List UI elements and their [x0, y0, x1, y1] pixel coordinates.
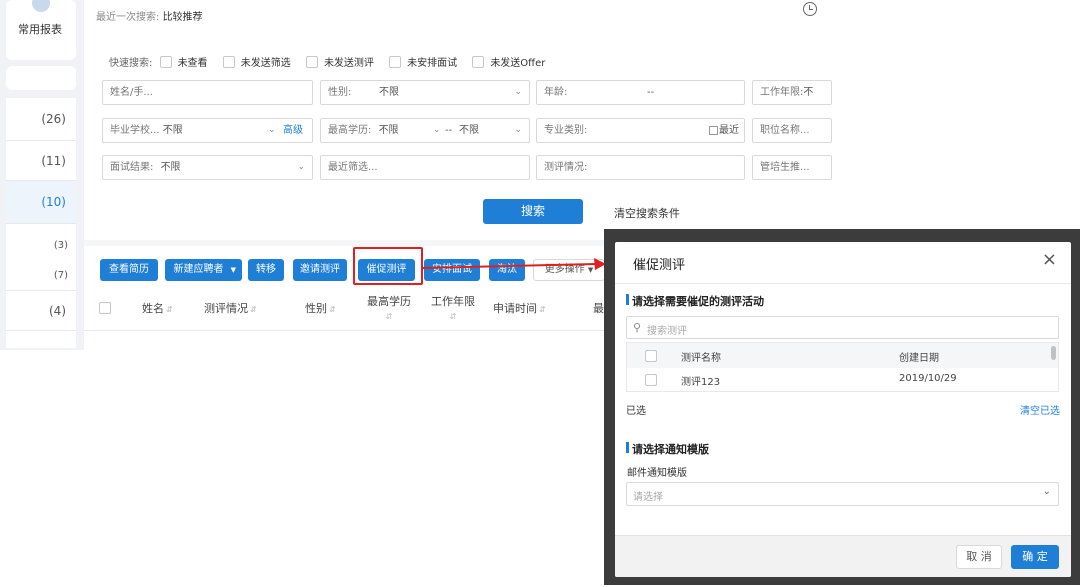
- last-search: 最近一次搜索: 比较推荐: [96, 8, 203, 23]
- scrollbar[interactable]: [1051, 346, 1056, 360]
- invite-assessment-button[interactable]: 邀请测评: [293, 259, 347, 281]
- last-search-value[interactable]: 比较推荐: [163, 12, 203, 23]
- urge-assessment-dialog: 催促测评 × 请选择需要催促的测评活动 ⚲ 搜索测评 测评名称 创建日期 测评1…: [615, 242, 1071, 577]
- annotation-arrow: [421, 258, 606, 270]
- assessment-search-input[interactable]: ⚲ 搜索测评: [626, 316, 1059, 339]
- new-applicant-button[interactable]: 新建应聘者 ▼: [165, 259, 242, 281]
- chevron-down-icon: ⌄: [297, 162, 305, 172]
- template-select[interactable]: 请选择 ⌄: [626, 482, 1059, 506]
- th-education[interactable]: 最高学历 ⇵: [367, 293, 411, 322]
- th-gender[interactable]: 性别 ⇵: [305, 300, 336, 316]
- section-template-title: 请选择通知模版: [626, 442, 709, 456]
- assessment-select-all[interactable]: [645, 350, 657, 362]
- dialog-title: 催促测评: [633, 258, 686, 273]
- arrow-line: [421, 263, 597, 269]
- quick-option-3[interactable]: 未发送测评: [305, 56, 374, 69]
- sidebar-blank-card: [6, 66, 76, 90]
- th-name[interactable]: 姓名 ⇵: [142, 300, 173, 316]
- clear-search-link[interactable]: 清空搜索条件: [614, 205, 680, 221]
- transfer-button[interactable]: 转移: [248, 259, 284, 281]
- reports-card[interactable]: 常用报表: [6, 0, 76, 60]
- quick-option-5[interactable]: 未发送Offer: [472, 56, 545, 69]
- quick-option-1[interactable]: 未查看: [159, 56, 208, 69]
- last-search-label: 最近一次搜索:: [96, 12, 160, 23]
- quick-option-2[interactable]: 未发送筛选: [222, 56, 291, 69]
- select-all-checkbox[interactable]: [99, 302, 111, 314]
- table-row[interactable]: 测评123 2019/10/29: [627, 368, 1058, 392]
- caret-down-icon: ▼: [230, 266, 236, 274]
- assessment-table: 测评名称 创建日期 测评123 2019/10/29: [626, 342, 1059, 392]
- search-button[interactable]: 搜索: [483, 199, 583, 224]
- quick-option-4[interactable]: 未安排面试: [389, 56, 457, 69]
- quick-search-row: 快速搜索: 未查看 未发送筛选 未发送测评 未安排面试 未发送Offer: [109, 54, 545, 69]
- th-work-years[interactable]: 工作年限 ⇵: [431, 293, 475, 322]
- major-select[interactable]: 专业类别: 最近: [536, 118, 745, 143]
- reports-icon: [32, 0, 50, 12]
- gender-select[interactable]: 性别: 不限 ⌄: [320, 80, 530, 105]
- reports-label: 常用报表: [18, 23, 62, 36]
- chevron-down-icon: ⌄: [1042, 486, 1051, 497]
- dialog-header-line: [615, 283, 1071, 284]
- count-6[interactable]: (4): [49, 304, 66, 318]
- count-5[interactable]: (7): [54, 270, 68, 281]
- section-assessment-title: 请选择需要催促的测评活动: [626, 294, 764, 308]
- clear-selected-link[interactable]: 清空已选: [1020, 402, 1060, 417]
- selected-label: 已选: [626, 406, 646, 417]
- count-4[interactable]: (3): [54, 240, 68, 251]
- mgmt-trainee-select[interactable]: 管培生推...: [752, 155, 832, 180]
- assessment-status-select[interactable]: 测评情况:: [536, 155, 745, 180]
- quick-search-label: 快速搜索:: [109, 58, 153, 69]
- row-date: 2019/10/29: [899, 373, 957, 384]
- chevron-down-icon: ⌄: [433, 125, 441, 135]
- col-name: 测评名称: [681, 353, 721, 364]
- position-input[interactable]: 职位名称...: [752, 118, 832, 143]
- email-template-label: 邮件通知模版: [627, 468, 687, 479]
- chevron-down-icon: ⌄: [514, 125, 522, 135]
- th-apply-time[interactable]: 申请时间 ⇵: [493, 300, 546, 316]
- view-resume-button[interactable]: 查看简历: [100, 259, 158, 281]
- recent-checkbox[interactable]: [709, 126, 718, 135]
- recent-filter-select[interactable]: 最近筛选...: [320, 155, 530, 180]
- interview-result-select[interactable]: 面试结果: 不限 ⌄: [102, 155, 313, 180]
- search-icon: ⚲: [633, 321, 642, 334]
- close-icon[interactable]: ×: [1042, 250, 1057, 270]
- advanced-link[interactable]: 高级: [283, 119, 303, 142]
- count-3-active[interactable]: (10): [41, 195, 66, 209]
- row-checkbox[interactable]: [645, 374, 657, 386]
- dialog-footer: 取 消 确 定: [615, 535, 1071, 577]
- education-select[interactable]: 最高学历: 不限 ⌄ -- 不限 ⌄: [320, 118, 530, 143]
- search-card: 最近一次搜索: 比较推荐 快速搜索: 未查看 未发送筛选 未发送测评 未安排面试…: [84, 0, 832, 240]
- count-1[interactable]: (26): [41, 112, 66, 126]
- chevron-down-icon: ⌄: [514, 87, 522, 97]
- chevron-down-icon: ⌄: [268, 125, 276, 135]
- assessment-table-header: 测评名称 创建日期: [627, 343, 1058, 368]
- school-select[interactable]: 毕业学校... 不限 ⌄ 高级: [102, 118, 313, 143]
- history-clock-icon[interactable]: [803, 2, 817, 16]
- col-date: 创建日期: [899, 353, 939, 364]
- th-more[interactable]: 最: [593, 300, 604, 316]
- th-assessment[interactable]: 测评情况 ⇵: [204, 300, 257, 316]
- row-name: 测评123: [681, 377, 721, 388]
- cancel-button[interactable]: 取 消: [956, 545, 1002, 569]
- confirm-button[interactable]: 确 定: [1011, 545, 1059, 569]
- highlight-box: [353, 247, 423, 285]
- count-2[interactable]: (11): [41, 154, 66, 168]
- left-sidebar: 常用报表 (26) (11) (10) (3) (7) (4): [0, 0, 84, 350]
- age-range[interactable]: 年龄: --: [536, 80, 745, 105]
- name-phone-input[interactable]: 姓名/手...: [102, 80, 313, 105]
- work-years-select[interactable]: 工作年限:不: [752, 80, 832, 105]
